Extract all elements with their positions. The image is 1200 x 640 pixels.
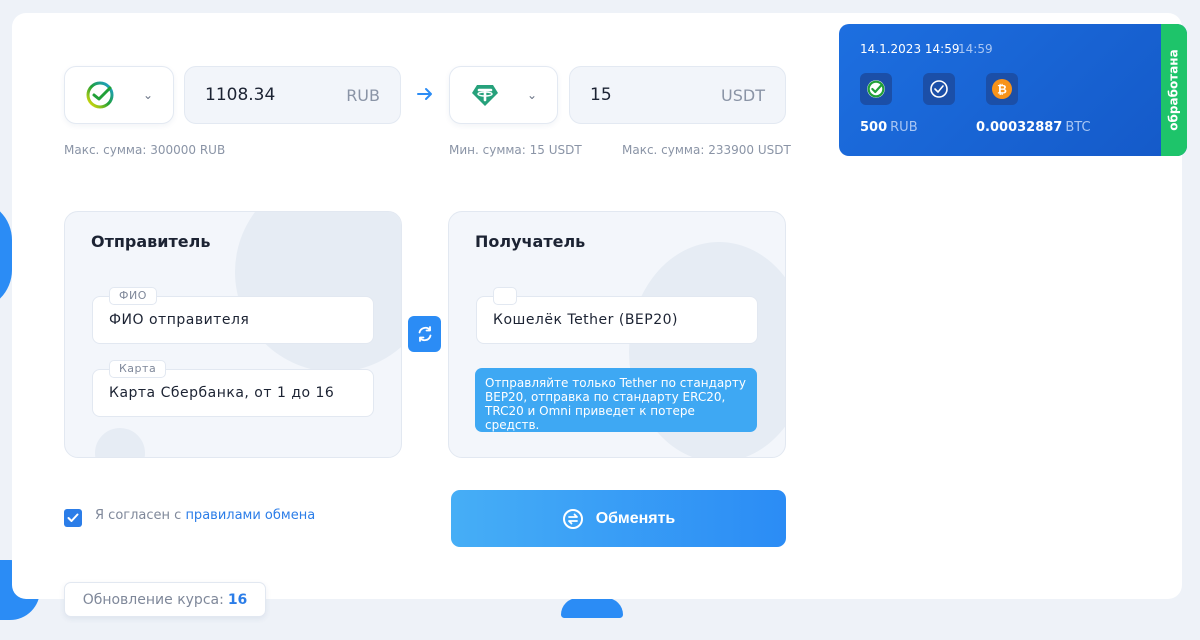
rate-update-label: Обновление курса:	[82, 591, 224, 608]
order-from-currency: RUB	[890, 120, 918, 135]
tether-icon	[472, 85, 498, 106]
to-amount-input[interactable]: 15 USDT	[569, 66, 786, 124]
receiver-wallet-field[interactable]: Кошелёк Tether (BEP20)	[476, 287, 758, 344]
rate-update-countdown: 16	[227, 591, 248, 608]
recent-order-card[interactable]: 14.1.2023 14:59 14:59 ₿ 500 RUB 0.0003288…	[839, 24, 1187, 156]
order-status-badge: обработана	[1161, 24, 1187, 156]
sender-card-label: Карта	[109, 360, 167, 378]
sender-name-value: ФИО отправителя	[109, 312, 250, 328]
from-amount-value: 1108.34	[205, 85, 276, 105]
check-circle-icon	[923, 73, 955, 105]
receiver-panel: Получатель Кошелёк Tether (BEP20) Отправ…	[448, 211, 786, 458]
to-currency-code: USDT	[721, 85, 765, 105]
swap-button[interactable]	[408, 316, 441, 352]
sender-card-value: Карта Сбербанка, от 1 до 16	[109, 385, 335, 401]
agree-checkbox[interactable]	[64, 509, 82, 527]
chevron-down-icon: ⌄	[526, 88, 537, 102]
sender-name-field[interactable]: ФИО ФИО отправителя	[92, 287, 374, 344]
decor-watermark	[235, 212, 401, 372]
decor-shape-bottom	[561, 598, 623, 618]
receiver-wallet-value: Кошелёк Tether (BEP20)	[493, 312, 678, 328]
checkmark-icon	[67, 513, 79, 522]
order-date: 14.1.2023 14:59	[860, 42, 960, 56]
svg-text:₿: ₿	[997, 83, 1007, 97]
from-currency-code: RUB	[346, 85, 380, 105]
refresh-icon	[418, 326, 431, 342]
order-to-amount: 0.00032887 BTC	[976, 120, 1091, 135]
receiver-title: Получатель	[475, 232, 586, 251]
from-currency-select[interactable]: ⌄	[64, 66, 174, 124]
rate-update-box: Обновление курса: 16	[64, 582, 266, 617]
from-amount-input[interactable]: 1108.34 RUB	[184, 66, 401, 124]
to-min-hint: Мин. сумма: 15 USDT	[449, 143, 582, 157]
order-from-amount: 500 RUB	[860, 120, 918, 135]
order-time: 14:59	[958, 42, 993, 56]
arrow-right-icon	[417, 88, 432, 100]
chevron-down-icon: ⌄	[142, 88, 153, 102]
agree-prefix: Я согласен с	[95, 508, 186, 523]
order-to-value: 0.00032887	[976, 120, 1063, 135]
sender-name-label: ФИО	[109, 287, 157, 305]
decor-shape-left	[0, 200, 12, 310]
sender-panel: Отправитель ФИО ФИО отправителя Карта Ка…	[64, 211, 402, 458]
sberbank-icon	[860, 73, 892, 105]
order-to-currency: BTC	[1065, 120, 1091, 135]
bitcoin-icon: ₿	[986, 73, 1018, 105]
agree-text: Я согласен с правилами обмена	[95, 508, 315, 523]
to-max-hint: Макс. сумма: 233900 USDT	[622, 143, 791, 157]
order-from-value: 500	[860, 120, 888, 135]
from-max-hint: Макс. сумма: 300000 RUB	[64, 143, 226, 157]
decor-watermark	[95, 428, 145, 457]
sberbank-icon	[86, 81, 114, 109]
order-status-text: обработана	[1167, 49, 1181, 131]
sender-title: Отправитель	[91, 232, 211, 251]
receiver-wallet-label	[493, 287, 517, 305]
exchange-button[interactable]: Обменять	[451, 490, 786, 547]
receiver-warning-notice: Отправляйте только Tether по стандарту B…	[475, 368, 757, 432]
exchange-icon	[562, 508, 583, 529]
exchange-button-label: Обменять	[595, 509, 676, 527]
to-amount-value: 15	[590, 85, 612, 105]
to-currency-select[interactable]: ⌄	[449, 66, 558, 124]
sender-card-field[interactable]: Карта Карта Сбербанка, от 1 до 16	[92, 360, 374, 417]
exchange-rules-link[interactable]: правилами обмена	[185, 508, 315, 523]
